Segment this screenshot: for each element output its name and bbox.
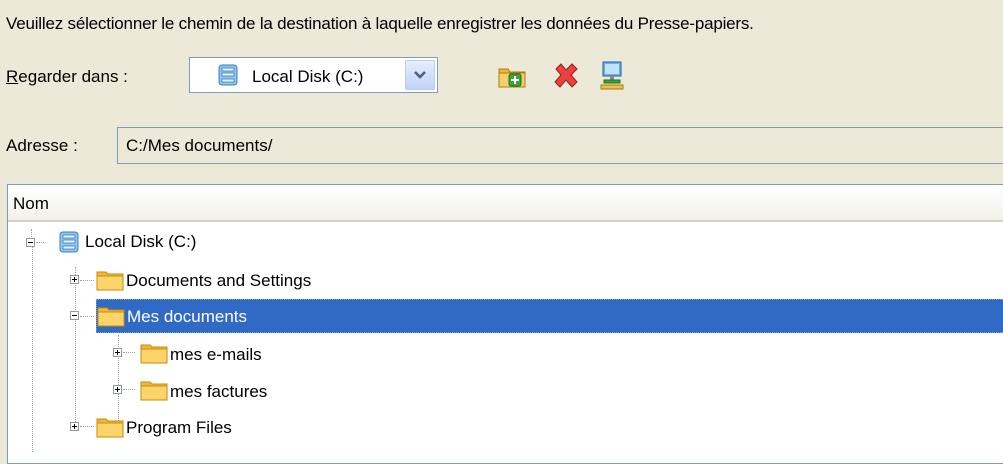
address-field[interactable]: C:/Mes documents/ bbox=[117, 127, 1003, 164]
expand-toggle[interactable] bbox=[113, 385, 122, 394]
column-header-name[interactable]: Nom bbox=[8, 185, 1003, 222]
folder-icon bbox=[96, 416, 124, 443]
tree-node-label: mes factures bbox=[170, 382, 268, 401]
drive-icon bbox=[59, 231, 79, 258]
delete-button[interactable] bbox=[551, 61, 581, 91]
look-in-combobox[interactable]: Local Disk (C:) bbox=[189, 57, 438, 93]
network-computer-icon bbox=[600, 61, 624, 90]
folder-icon bbox=[97, 305, 125, 332]
expand-toggle[interactable] bbox=[70, 275, 79, 284]
folder-icon bbox=[140, 379, 168, 406]
folder-icon bbox=[140, 342, 168, 369]
new-folder-icon bbox=[498, 68, 526, 88]
address-value: C:/Mes documents/ bbox=[126, 136, 273, 155]
tree-node-label: Local Disk (C:) bbox=[85, 232, 197, 251]
expand-toggle[interactable] bbox=[113, 348, 122, 357]
look-in-label-text: egarder dans : bbox=[18, 67, 128, 86]
delete-x-icon bbox=[554, 63, 578, 88]
address-label: Adresse : bbox=[6, 136, 78, 155]
look-in-accelerator: R bbox=[6, 67, 19, 86]
chevron-down-icon bbox=[414, 71, 426, 79]
network-button[interactable] bbox=[598, 60, 628, 90]
column-header-label: Nom bbox=[13, 194, 49, 213]
look-in-selected-value: Local Disk (C:) bbox=[252, 67, 364, 86]
folder-icon bbox=[96, 269, 124, 296]
tree-node-label: Documents and Settings bbox=[126, 271, 312, 290]
collapse-toggle[interactable] bbox=[70, 311, 79, 320]
new-folder-button[interactable] bbox=[497, 61, 527, 91]
dropdown-arrow-button[interactable] bbox=[405, 60, 435, 90]
tree-node-label: Program Files bbox=[126, 418, 232, 437]
folder-tree[interactable]: Nom Local Disk (C:) Documents and Settin… bbox=[7, 184, 1003, 464]
instruction-text: Veuillez sélectionner le chemin de la de… bbox=[6, 14, 754, 33]
expand-toggle[interactable] bbox=[70, 422, 79, 431]
collapse-toggle[interactable] bbox=[26, 238, 35, 247]
tree-node-mes-documents[interactable]: Mes documents bbox=[96, 299, 1003, 333]
drive-icon bbox=[218, 64, 238, 91]
look-in-label: Regarder dans : bbox=[6, 67, 128, 87]
tree-node-label: mes e-mails bbox=[170, 345, 262, 364]
tree-node-label: Mes documents bbox=[127, 307, 247, 326]
